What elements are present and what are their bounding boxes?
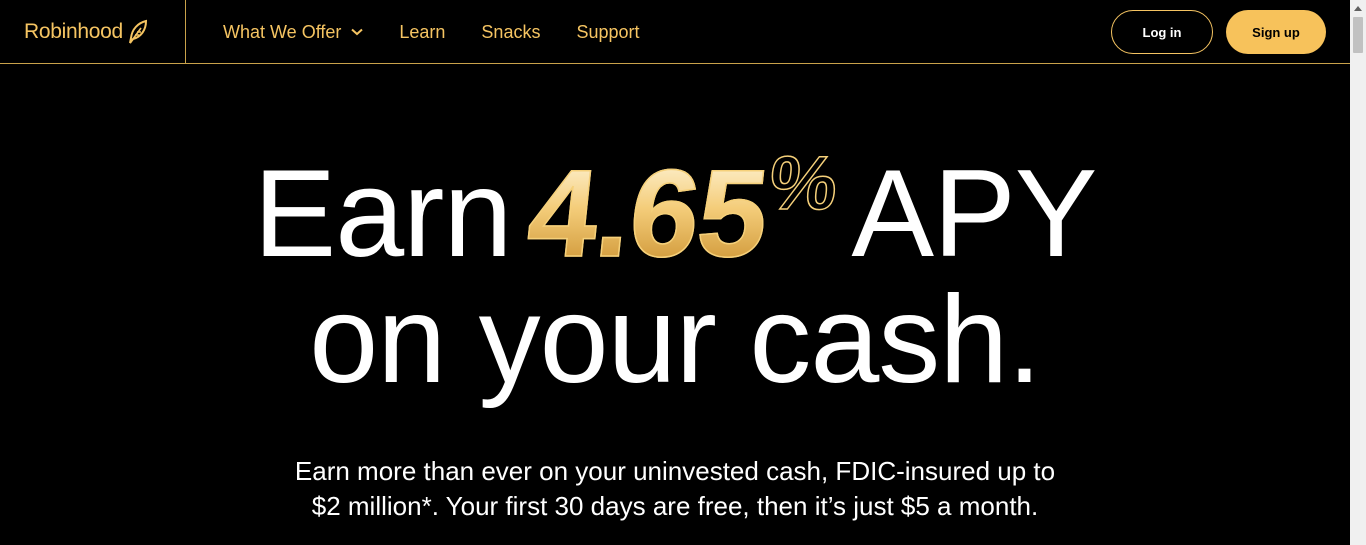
nav-label: Snacks (481, 21, 541, 42)
hero-headline-line2: on your cash. (309, 271, 1041, 409)
robinhood-logo[interactable]: Robinhood (0, 0, 186, 64)
apy-rate-number: 4.65 (521, 144, 775, 284)
hero-headline-line1: Earn4.65%APY (0, 140, 1350, 284)
hero-subtitle: Earn more than ever on your uninvested c… (0, 454, 1350, 524)
logo-text: Robinhood (24, 20, 123, 43)
nav-support[interactable]: Support (576, 22, 639, 43)
scrollbar-thumb[interactable] (1353, 17, 1363, 53)
login-button[interactable]: Log in (1111, 10, 1213, 54)
signup-button[interactable]: Sign up (1226, 10, 1326, 54)
nav-snacks[interactable]: Snacks (481, 22, 540, 43)
chevron-down-icon (351, 28, 364, 36)
site-header: Robinhood What We Offer Learn Snacks Sup… (0, 0, 1350, 64)
hero-prefix: Earn (253, 145, 513, 283)
main-nav: What We Offer Learn Snacks Support (223, 0, 676, 64)
nav-label: Support (576, 21, 640, 42)
hero-subtitle-line2: $2 million*. Your first 30 days are free… (311, 491, 1039, 521)
nav-what-we-offer[interactable]: What We Offer (223, 21, 364, 43)
scroll-up-arrow-icon[interactable] (1350, 0, 1366, 16)
page: Robinhood What We Offer Learn Snacks Sup… (0, 0, 1350, 545)
apy-rate-percent: % (765, 140, 842, 227)
nav-label: What We Offer (223, 21, 342, 42)
hero-suffix: APY (851, 145, 1097, 283)
nav-label: Learn (399, 21, 446, 42)
feather-logo-icon (127, 19, 149, 45)
page-scrollbar[interactable] (1350, 0, 1366, 545)
apy-rate: 4.65% (521, 140, 841, 284)
hero-subtitle-line1: Earn more than ever on your uninvested c… (294, 456, 1056, 486)
nav-learn[interactable]: Learn (399, 22, 445, 43)
